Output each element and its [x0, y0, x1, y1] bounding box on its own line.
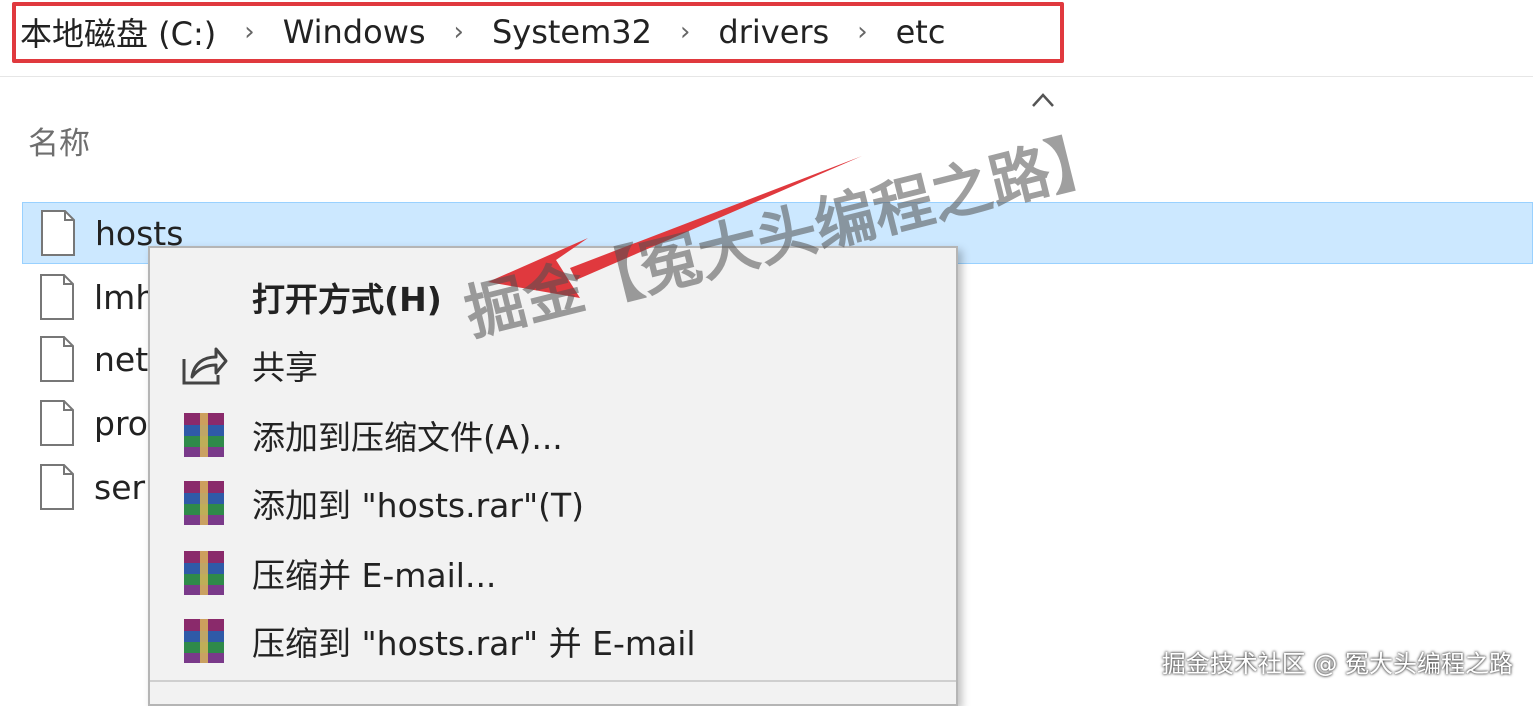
file-icon — [40, 400, 74, 446]
winrar-icon — [184, 551, 224, 595]
menu-item-label: 压缩到 "hosts.rar" 并 E-mail — [252, 624, 696, 663]
share-icon — [182, 347, 228, 385]
menu-item-label: 添加到 "hosts.rar"(T) — [252, 486, 585, 525]
address-bar[interactable]: 本地磁盘 (C:) › Windows › System32 › drivers… — [0, 0, 1533, 77]
file-icon — [40, 274, 74, 320]
menu-item-label: 打开方式(H) — [252, 280, 442, 319]
menu-divider — [150, 680, 956, 682]
winrar-icon — [184, 481, 224, 525]
file-icon — [41, 210, 75, 256]
menu-item-label: 添加到压缩文件(A)... — [252, 418, 563, 457]
footer-credit: 掘金技术社区 @ 冤大头编程之路 — [1161, 650, 1513, 678]
menu-item-compress-to-hosts-rar-and-email[interactable]: 压缩到 "hosts.rar" 并 E-mail — [150, 608, 956, 674]
file-name: ser — [94, 467, 146, 507]
menu-item-compress-and-email[interactable]: 压缩并 E-mail... — [150, 540, 956, 606]
sort-ascending-icon[interactable] — [1030, 90, 1056, 110]
menu-item-label: 压缩并 E-mail... — [252, 556, 497, 595]
menu-item-add-to-hosts-rar[interactable]: 添加到 "hosts.rar"(T) — [150, 470, 956, 536]
annotation-highlight-box — [12, 2, 1064, 63]
file-name: pro — [94, 403, 148, 443]
file-name: lmh — [94, 277, 157, 317]
menu-item-label: 共享 — [252, 348, 318, 387]
menu-item-add-to-archive[interactable]: 添加到压缩文件(A)... — [150, 402, 956, 468]
column-header-name[interactable]: 名称 — [28, 118, 90, 163]
file-icon — [40, 464, 74, 510]
menu-item-share[interactable]: 共享 — [150, 332, 956, 398]
winrar-icon — [184, 619, 224, 663]
file-icon — [40, 336, 74, 382]
context-menu: 打开方式(H) 共享 添加到压缩文件(A)... 添加到 "hosts.rar"… — [148, 246, 958, 706]
winrar-icon — [184, 413, 224, 457]
file-name: net — [94, 339, 149, 379]
annotation-arrow-icon — [488, 156, 862, 298]
